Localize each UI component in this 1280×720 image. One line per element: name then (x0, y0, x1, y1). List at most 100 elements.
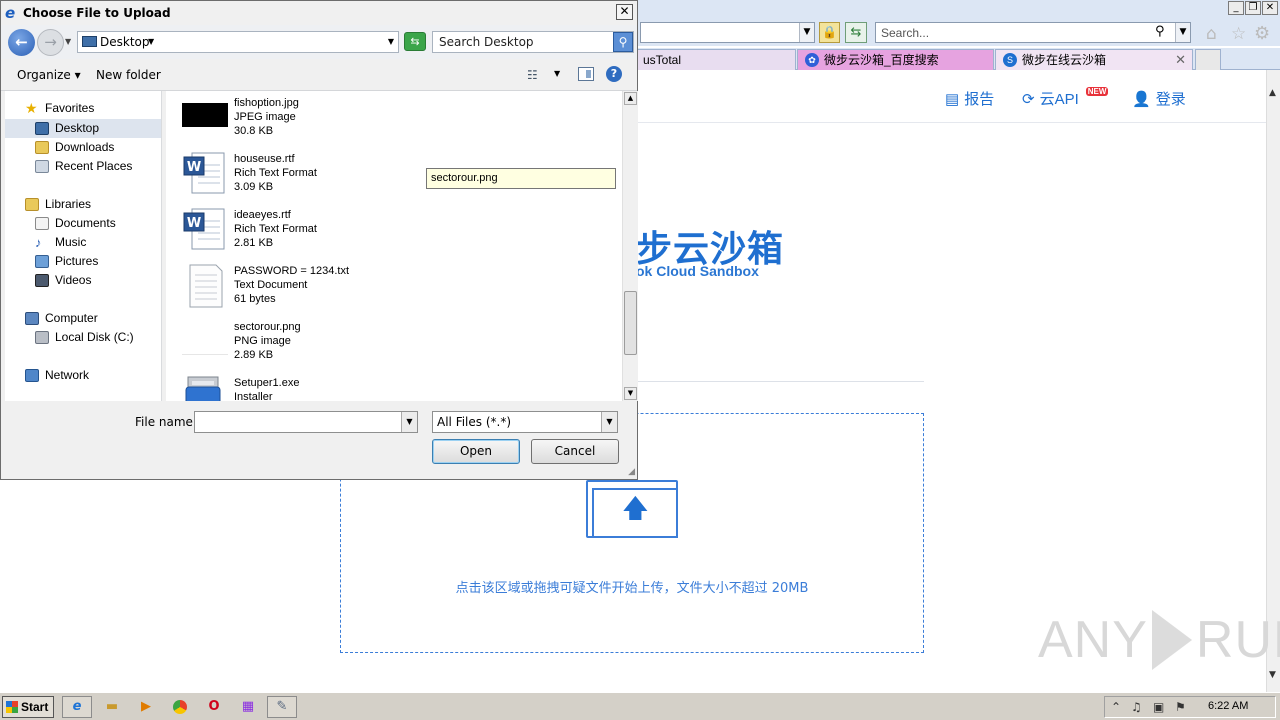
ie-logo-icon: e (5, 4, 16, 22)
close-window-button[interactable]: ✕ (1262, 1, 1278, 15)
tab-threatbook-sandbox[interactable]: S 微步在线云沙箱 ✕ (995, 49, 1193, 70)
upload-folder-icon[interactable]: 🡅 (586, 480, 678, 538)
taskbar-chrome-icon[interactable] (165, 696, 195, 718)
nav-local-disk[interactable]: Local Disk (C:) (5, 328, 161, 347)
nav-network[interactable]: Network (5, 366, 161, 385)
file-name-label: File name: (135, 415, 197, 429)
open-button[interactable]: Open (432, 439, 520, 464)
tray-flag-icon[interactable]: ⚑ (1175, 700, 1186, 714)
nav-computer[interactable]: Computer (5, 309, 161, 328)
nav-recent-places[interactable]: Recent Places (5, 157, 161, 176)
scrollbar-thumb[interactable] (624, 291, 637, 355)
tray-expand-icon[interactable]: ⌃ (1111, 700, 1121, 714)
nav-api-link[interactable]: ⟳ 云API NEW (1022, 87, 1109, 109)
new-folder-button[interactable]: New folder (96, 68, 161, 82)
file-name: houseuse.rtf (234, 153, 295, 165)
tab-virustotal[interactable]: usTotal (636, 49, 796, 70)
preview-pane-icon[interactable] (578, 67, 594, 81)
gear-icon[interactable]: ⚙ (1254, 23, 1270, 44)
help-icon[interactable]: ? (606, 66, 622, 82)
location-bar[interactable]: Desktop ▼ ▼ (77, 31, 399, 53)
home-icon[interactable]: ⌂ (1206, 24, 1217, 44)
search-icon[interactable]: ⚲ (1155, 24, 1165, 39)
clock[interactable]: 6:22 AM (1208, 700, 1248, 712)
breadcrumb-chevron-icon[interactable]: ▼ (148, 37, 154, 46)
taskbar-opera-icon[interactable]: O (199, 696, 229, 718)
installer-icon (182, 373, 228, 401)
view-options-icon[interactable]: ☷ (527, 68, 538, 82)
navigation-pane: ★ Favorites Desktop Downloads Recent Pla… (5, 91, 162, 401)
nav-desktop[interactable]: Desktop (5, 119, 161, 138)
scroll-up-icon[interactable]: ▲ (1269, 88, 1276, 98)
organize-menu[interactable]: Organize ▾ (17, 68, 81, 82)
svg-text:W: W (187, 216, 201, 231)
start-button[interactable]: Start (2, 696, 54, 718)
file-type-select[interactable]: All Files (*.*) (432, 411, 618, 433)
back-button[interactable]: ← (8, 29, 35, 56)
nav-libraries[interactable]: Libraries (5, 195, 161, 214)
nav-music[interactable]: ♪ Music (5, 233, 161, 252)
scroll-down-icon[interactable]: ▼ (1269, 670, 1276, 680)
location-dropdown-icon[interactable]: ▼ (388, 37, 394, 46)
browser-search-input[interactable]: Search... (875, 22, 1191, 43)
tab-label: 微步在线云沙箱 (1022, 53, 1107, 67)
taskbar-archiver-icon[interactable]: ▦ (233, 696, 263, 718)
header-divider (636, 122, 1266, 123)
close-tab-icon[interactable]: ✕ (1175, 50, 1186, 70)
search-dropdown-icon[interactable]: ▼ (1175, 23, 1190, 42)
file-item[interactable]: sectorour.png PNG image 2.89 KB (166, 317, 622, 373)
file-name-dropdown-icon[interactable]: ▼ (401, 412, 417, 432)
refresh-icon[interactable]: ⇆ (845, 22, 867, 43)
new-tab-button[interactable] (1195, 49, 1221, 70)
forward-button[interactable]: → (37, 29, 64, 56)
tab-baidu-search[interactable]: ✿ 微步云沙箱_百度搜索 (797, 49, 994, 70)
restore-button[interactable]: ❐ (1245, 1, 1261, 15)
file-name: Setuper1.exe (234, 377, 300, 389)
nav-favorites[interactable]: ★ Favorites (5, 99, 161, 118)
page-scrollbar[interactable]: ▲ ▼ (1266, 70, 1280, 692)
logo-english-text: ok Cloud Sandbox (636, 263, 759, 279)
cancel-button[interactable]: Cancel (531, 439, 619, 464)
refresh-folder-icon[interactable]: ⇆ (404, 32, 426, 51)
file-list-scrollbar[interactable]: ▲ ▼ (622, 91, 638, 401)
nav-report-link[interactable]: ▤ 报告 (945, 88, 994, 109)
tray-volume-icon[interactable]: ♫ (1131, 700, 1142, 714)
search-desktop-input[interactable]: Search Desktop (432, 31, 634, 53)
taskbar: Start e ▬ ▶ O ▦ ✎ ⌃ ♫ ▣ ⚑ 6:22 AM (0, 692, 1280, 720)
search-icon[interactable]: ⚲ (613, 32, 633, 52)
file-type: Rich Text Format (234, 223, 317, 235)
nav-downloads[interactable]: Downloads (5, 138, 161, 157)
lock-icon[interactable]: 🔒 (819, 22, 840, 43)
history-dropdown-icon[interactable]: ▼ (65, 37, 71, 46)
file-item[interactable]: fishoption.jpg JPEG image 30.8 KB (166, 93, 622, 149)
file-item[interactable]: Setuper1.exe Installer (166, 373, 622, 401)
file-name-input[interactable] (194, 411, 418, 433)
nav-videos[interactable]: Videos (5, 271, 161, 290)
resize-grip-icon[interactable]: ◢ (628, 467, 635, 477)
taskbar-ie-icon[interactable]: e (62, 696, 92, 718)
network-icon (25, 369, 39, 382)
file-type: PNG image (234, 335, 291, 347)
nav-documents[interactable]: Documents (5, 214, 161, 233)
file-type-dropdown-icon[interactable]: ▼ (601, 412, 617, 432)
address-bar[interactable] (640, 22, 815, 43)
file-item[interactable]: PASSWORD = 1234.txt Text Document 61 byt… (166, 261, 622, 317)
file-name: sectorour.png (234, 321, 301, 333)
view-dropdown-icon[interactable]: ▼ (554, 69, 560, 78)
nav-login-link[interactable]: 👤 登录 (1132, 88, 1186, 109)
nav-pictures[interactable]: Pictures (5, 252, 161, 271)
dialog-titlebar[interactable]: e Choose File to Upload ✕ (1, 1, 637, 25)
taskbar-explorer-icon[interactable]: ▬ (97, 696, 127, 718)
minimize-button[interactable]: _ (1228, 1, 1244, 15)
scroll-down-icon[interactable]: ▼ (624, 387, 637, 400)
dialog-close-button[interactable]: ✕ (616, 4, 633, 20)
taskbar-notepad-icon[interactable]: ✎ (267, 696, 297, 718)
address-dropdown-icon[interactable]: ▼ (799, 23, 814, 42)
scroll-up-icon[interactable]: ▲ (624, 92, 637, 105)
tray-network-icon[interactable]: ▣ (1153, 700, 1164, 714)
window-controls: _ ❐ ✕ (1228, 1, 1278, 15)
taskbar-media-player-icon[interactable]: ▶ (131, 696, 161, 718)
favorites-star-icon[interactable]: ☆ (1231, 24, 1246, 44)
libraries-icon (25, 198, 39, 211)
file-item[interactable]: W ideaeyes.rtf Rich Text Format 2.81 KB (166, 205, 622, 261)
